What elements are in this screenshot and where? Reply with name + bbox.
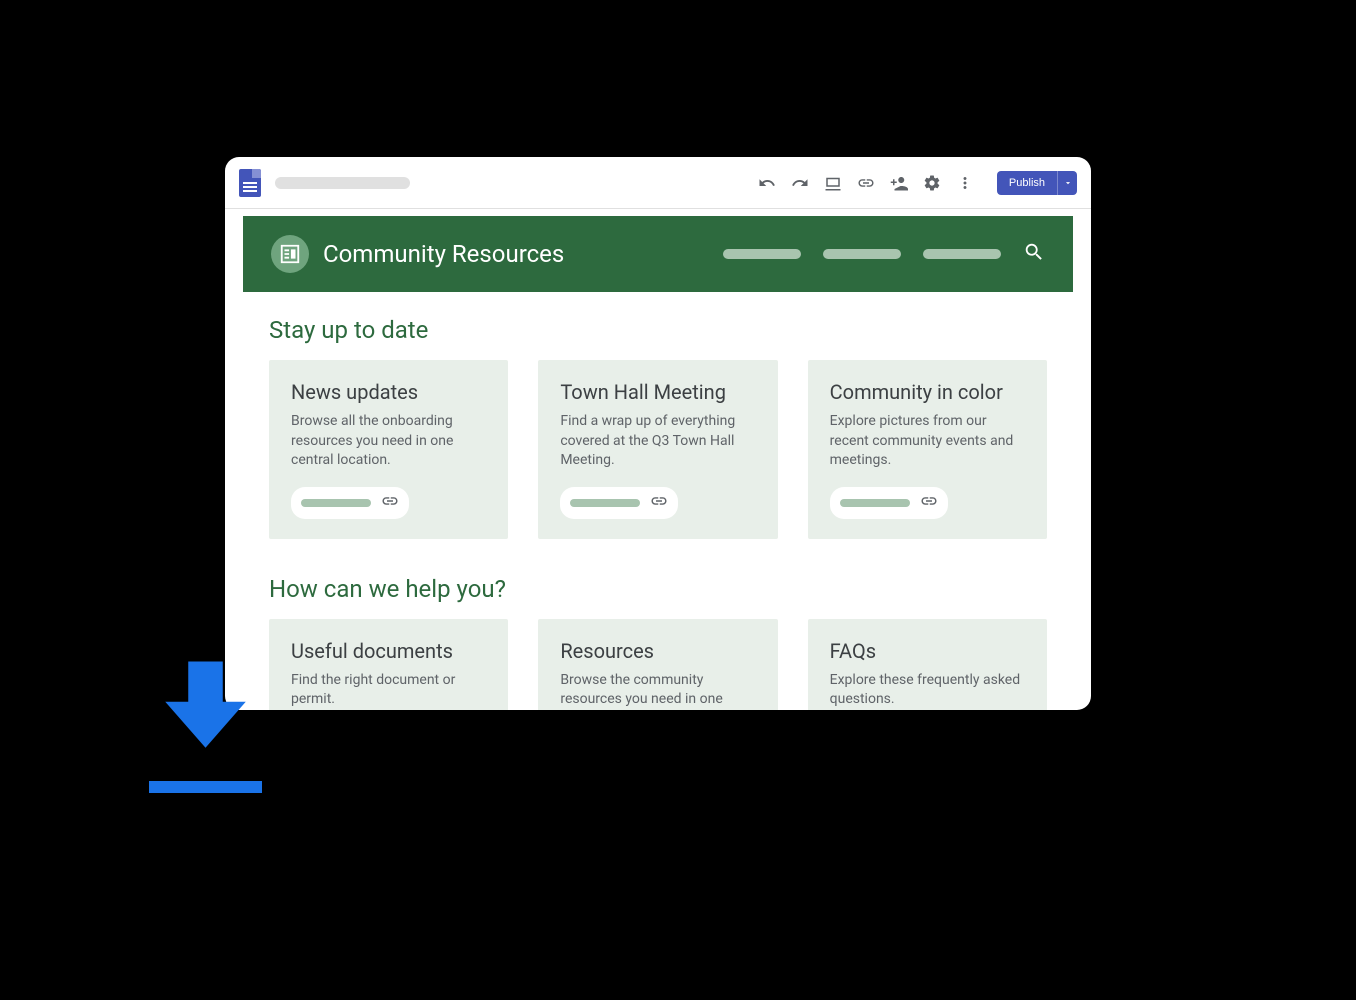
- sites-app-icon[interactable]: [239, 169, 261, 197]
- toolbar-actions: Publish: [758, 171, 1077, 195]
- link-icon: [920, 492, 938, 514]
- link-icon[interactable]: [857, 174, 875, 192]
- card-title: Resources: [560, 639, 755, 663]
- card-useful-documents[interactable]: Useful documents Find the right document…: [269, 619, 508, 710]
- card-description: Browse all the onboarding resources you …: [291, 412, 486, 471]
- link-text-placeholder: [570, 499, 640, 507]
- card-town-hall[interactable]: Town Hall Meeting Find a wrap up of ever…: [538, 360, 777, 539]
- more-icon[interactable]: [956, 174, 974, 192]
- publish-dropdown[interactable]: [1057, 171, 1077, 195]
- page-content: Stay up to date News updates Browse all …: [225, 292, 1091, 710]
- card-row: Useful documents Find the right document…: [269, 619, 1047, 710]
- link-text-placeholder: [840, 499, 910, 507]
- link-icon: [650, 492, 668, 514]
- share-icon[interactable]: [890, 174, 908, 192]
- toolbar: Publish: [225, 157, 1091, 209]
- link-text-placeholder: [301, 499, 371, 507]
- card-community-color[interactable]: Community in color Explore pictures from…: [808, 360, 1047, 539]
- search-icon[interactable]: [1023, 241, 1045, 267]
- download-bar: [149, 781, 262, 793]
- preview-icon[interactable]: [824, 174, 842, 192]
- card-link-chip[interactable]: [830, 487, 948, 519]
- site-header: Community Resources: [243, 216, 1073, 292]
- card-resources[interactable]: Resources Browse the community resources…: [538, 619, 777, 710]
- card-news-updates[interactable]: News updates Browse all the onboarding r…: [269, 360, 508, 539]
- document-title-placeholder[interactable]: [275, 177, 410, 189]
- publish-button[interactable]: Publish: [997, 171, 1057, 195]
- settings-icon[interactable]: [923, 174, 941, 192]
- card-description: Browse the community resources you need …: [560, 671, 755, 710]
- link-icon: [381, 492, 399, 514]
- card-faqs[interactable]: FAQs Explore these frequently asked ques…: [808, 619, 1047, 710]
- site-nav: [723, 241, 1045, 267]
- download-arrow-icon: [148, 650, 263, 793]
- card-description: Find a wrap up of everything covered at …: [560, 412, 755, 471]
- card-description: Find the right document or permit.: [291, 671, 486, 710]
- nav-item-placeholder[interactable]: [723, 249, 801, 259]
- card-link-chip[interactable]: [291, 487, 409, 519]
- section-heading[interactable]: How can we help you?: [269, 575, 1047, 603]
- editor-window: Publish Community Resources Stay up to d…: [225, 157, 1091, 710]
- card-title: News updates: [291, 380, 486, 404]
- card-description: Explore pictures from our recent communi…: [830, 412, 1025, 471]
- redo-icon[interactable]: [791, 174, 809, 192]
- card-description: Explore these frequently asked questions…: [830, 671, 1025, 710]
- card-title: Community in color: [830, 380, 1025, 404]
- card-row: News updates Browse all the onboarding r…: [269, 360, 1047, 539]
- undo-icon[interactable]: [758, 174, 776, 192]
- site-title[interactable]: Community Resources: [323, 240, 564, 268]
- nav-item-placeholder[interactable]: [923, 249, 1001, 259]
- card-title: FAQs: [830, 639, 1025, 663]
- site-logo-icon: [271, 235, 309, 273]
- publish-group: Publish: [997, 171, 1077, 195]
- section-heading[interactable]: Stay up to date: [269, 316, 1047, 344]
- nav-item-placeholder[interactable]: [823, 249, 901, 259]
- card-title: Useful documents: [291, 639, 486, 663]
- card-link-chip[interactable]: [560, 487, 678, 519]
- card-title: Town Hall Meeting: [560, 380, 755, 404]
